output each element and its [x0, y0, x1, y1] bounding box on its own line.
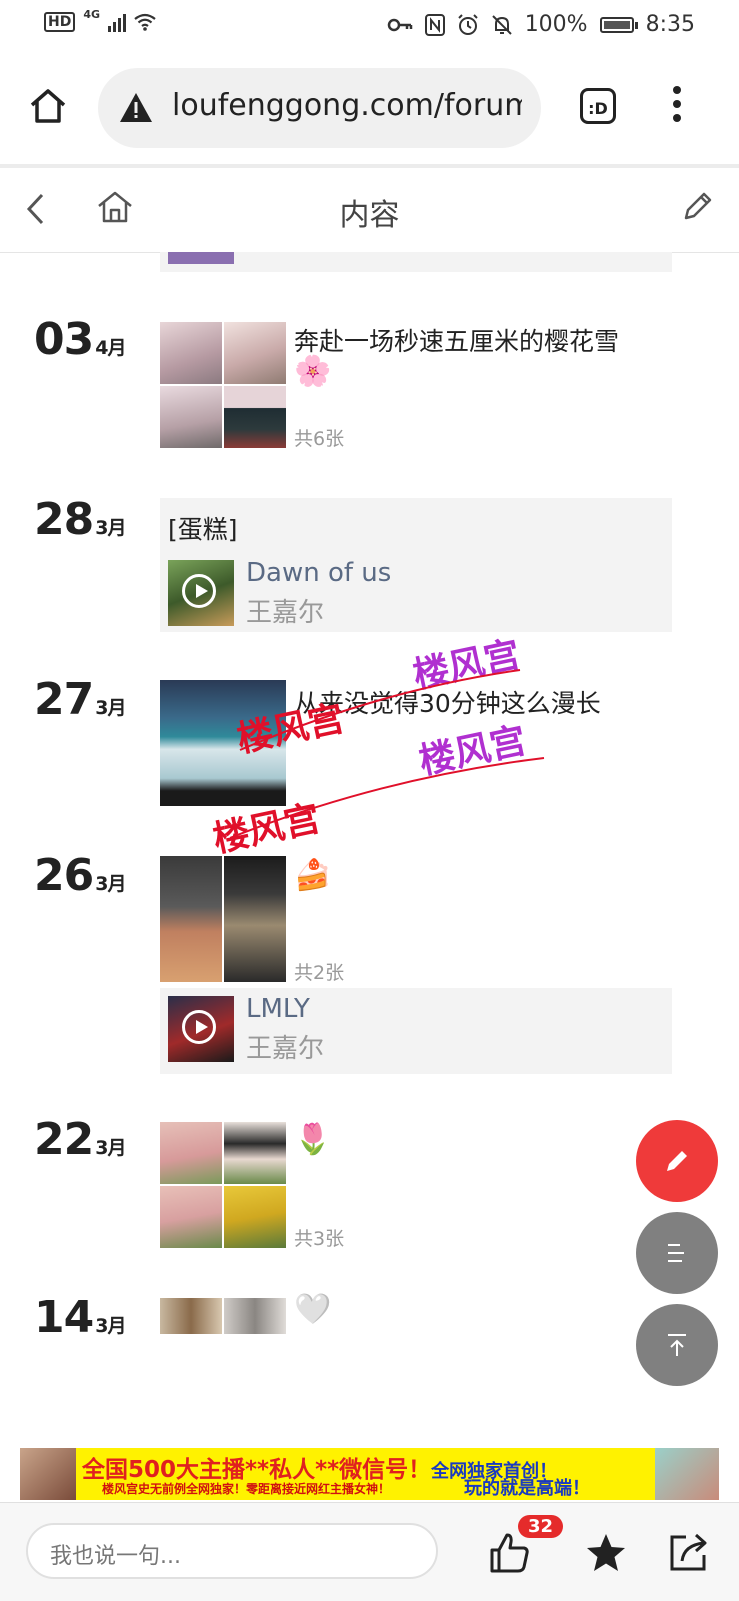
image-thumb[interactable]	[224, 1186, 286, 1248]
post-date: 26 3月	[34, 850, 126, 901]
play-icon[interactable]	[182, 574, 216, 608]
image-thumb[interactable]	[160, 1186, 222, 1248]
image-thumb[interactable]	[160, 386, 222, 448]
comment-input[interactable]: 我也说一句...	[26, 1523, 438, 1579]
post-text[interactable]: 奔赴一场秒速五厘米的樱花雪	[294, 322, 619, 358]
post-date: 28 3月	[34, 494, 126, 545]
wifi-icon	[134, 13, 156, 31]
image-count: 共2张	[294, 962, 345, 984]
image-count: 共6张	[294, 428, 345, 450]
post-images[interactable]	[160, 1122, 286, 1248]
edit-icon[interactable]	[680, 188, 716, 224]
ad-banner[interactable]: 全国500大主播**私人**微信号！全网独家首创！ 玩的就是高端！ 楼风宫史无前…	[20, 1448, 719, 1500]
previous-post-card[interactable]	[160, 252, 672, 272]
browser-toolbar: loufenggong.com/forum :D	[0, 56, 739, 164]
post-date: 14 3月	[34, 1292, 126, 1343]
bottom-bar: 我也说一句... 32	[0, 1502, 739, 1601]
list-icon	[668, 1244, 684, 1262]
address-bar[interactable]: loufenggong.com/forum	[98, 68, 541, 148]
hd-indicator: HD	[44, 12, 76, 32]
music-card[interactable]: LMLY 王嘉尔	[160, 988, 672, 1074]
star-icon[interactable]	[584, 1531, 628, 1575]
network-type: 4G	[83, 7, 101, 21]
image-thumb[interactable]	[224, 322, 286, 384]
image-thumb[interactable]	[224, 386, 286, 448]
song-title[interactable]: LMLY	[246, 994, 310, 1024]
image-thumb[interactable]	[160, 1122, 222, 1184]
post-date: 27 3月	[34, 674, 126, 725]
alarm-icon	[457, 13, 478, 35]
like-icon[interactable]	[488, 1531, 532, 1575]
scroll-top-button[interactable]	[636, 1304, 718, 1386]
banner-image-right	[655, 1448, 719, 1500]
banner-image-left	[20, 1448, 76, 1500]
write-post-button[interactable]	[636, 1120, 718, 1202]
tab-switcher-icon[interactable]: :D	[580, 88, 616, 124]
post-card[interactable]: [蛋糕] Dawn of us 王嘉尔	[160, 498, 672, 632]
vpn-key-icon	[387, 18, 412, 31]
music-card[interactable]: Dawn of us 王嘉尔	[160, 552, 672, 632]
battery-icon	[599, 16, 638, 33]
battery-percent: 100%	[524, 12, 588, 37]
post-images[interactable]	[160, 856, 286, 982]
clock: 8:35	[645, 12, 695, 37]
previous-post-thumb	[168, 252, 234, 264]
post-text: [蛋糕]	[168, 515, 238, 544]
post-emoji: 🌷	[294, 1122, 332, 1157]
post-date: 22 3月	[34, 1114, 126, 1165]
pencil-icon	[667, 1151, 687, 1171]
post-images[interactable]	[160, 1298, 286, 1334]
home-icon[interactable]	[28, 86, 68, 126]
banner-subline: 楼风宫史无前例全网独家！零距离接近网红主播女神！	[102, 1482, 391, 1496]
signal-icon	[108, 12, 127, 32]
banner-slogan: 玩的就是高端！	[464, 1478, 590, 1499]
post-date: 03 4月	[34, 314, 126, 365]
mute-bell-icon	[491, 14, 512, 35]
forum-header: 内容	[0, 168, 739, 253]
image-thumb[interactable]	[160, 856, 222, 982]
song-artist: 王嘉尔	[246, 1034, 325, 1064]
image-thumb[interactable]	[160, 1298, 222, 1334]
page-title: 内容	[339, 198, 400, 233]
like-count-badge: 32	[518, 1515, 564, 1538]
list-button[interactable]	[636, 1212, 718, 1294]
post-emoji: 🍰	[294, 858, 332, 893]
post-emoji: 🤍	[294, 1292, 332, 1327]
image-count: 共3张	[294, 1228, 345, 1250]
watermark-lines	[230, 669, 545, 839]
image-thumb[interactable]	[224, 1298, 286, 1334]
play-icon[interactable]	[182, 1010, 216, 1044]
post-images[interactable]	[160, 322, 286, 448]
top-icon	[668, 1334, 686, 1356]
image-thumb[interactable]	[224, 1122, 286, 1184]
image-thumb[interactable]	[224, 856, 286, 982]
more-menu-icon[interactable]	[672, 86, 682, 126]
post-emoji: 🌸	[294, 354, 332, 389]
status-bar: HD 4G 100% 8:35	[0, 0, 739, 52]
url-text[interactable]: loufenggong.com/forum	[172, 88, 522, 123]
song-artist: 王嘉尔	[246, 598, 325, 628]
image-thumb[interactable]	[160, 322, 222, 384]
song-title[interactable]: Dawn of us	[246, 558, 391, 588]
nfc-icon	[424, 13, 445, 36]
share-icon[interactable]	[668, 1531, 710, 1573]
warning-icon[interactable]	[118, 90, 154, 126]
